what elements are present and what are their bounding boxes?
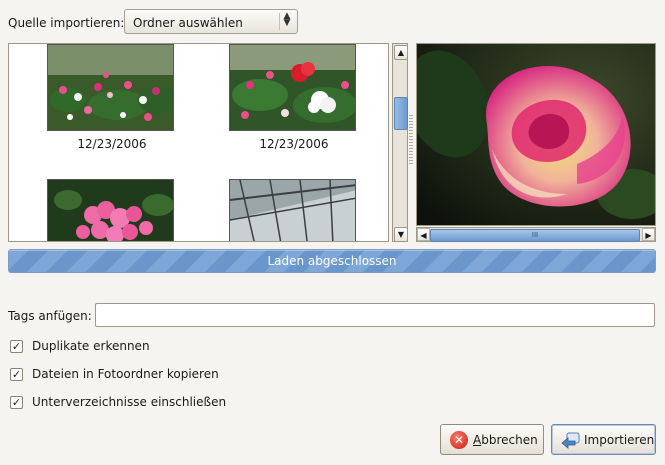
preview-image	[417, 44, 655, 225]
subdirs-checkbox-row[interactable]: ✓ Unterverzeichnisse einschließen	[8, 393, 226, 411]
scroll-thumb[interactable]	[394, 97, 408, 130]
duplicates-checkbox[interactable]: ✓	[10, 339, 23, 353]
thumbnail-4[interactable]	[229, 179, 356, 241]
import-source-label: Quelle importieren:	[8, 16, 125, 30]
duplicates-checkbox-row[interactable]: ✓ Duplikate erkennen	[8, 337, 150, 355]
cancel-button[interactable]: ✕ Abbrechen	[440, 424, 544, 455]
combo-arrows-icon: ▲ ▼	[279, 12, 294, 30]
thumbnail-1-date: 12/23/2006	[77, 137, 147, 151]
thumbnail-2-image	[230, 45, 355, 130]
photo-preview	[416, 43, 656, 226]
duplicates-label: Duplikate erkennen	[32, 339, 150, 353]
thumbnail-grid[interactable]: 12/23/2006 12/23/2006	[8, 43, 389, 242]
subdirs-checkbox[interactable]: ✓	[10, 395, 23, 409]
import-arrow-icon	[561, 432, 580, 449]
tags-label: Tags anfügen:	[8, 309, 92, 323]
copy-files-label: Dateien in Fotoordner kopieren	[32, 367, 219, 381]
thumbnail-4-image	[230, 180, 355, 241]
copy-files-checkbox[interactable]: ✓	[10, 367, 23, 381]
thumbnail-2-date: 12/23/2006	[259, 137, 329, 151]
pane-resize-handle[interactable]	[409, 115, 413, 165]
copy-files-checkbox-row[interactable]: ✓ Dateien in Fotoordner kopieren	[8, 365, 219, 383]
import-source-value: Ordner auswählen	[133, 16, 243, 30]
thumbnail-3-image	[48, 180, 173, 241]
thumbnail-1[interactable]	[47, 44, 174, 131]
scroll-left-icon[interactable]: ◀	[417, 228, 430, 241]
import-source-combobox[interactable]: Ordner auswählen ▲ ▼	[124, 9, 298, 34]
loading-progress-bar: Laden abgeschlossen	[8, 249, 656, 273]
thumbnail-2[interactable]	[229, 44, 356, 131]
scroll-up-icon[interactable]: ▲	[394, 45, 408, 60]
scroll-down-icon[interactable]: ▼	[394, 227, 408, 242]
thumbnail-3[interactable]	[47, 179, 174, 241]
tags-input[interactable]	[95, 303, 655, 327]
preview-horizontal-scrollbar[interactable]: ◀ III ▶	[416, 227, 656, 242]
import-button[interactable]: Importieren	[551, 424, 656, 455]
thumbnail-1-image	[48, 45, 173, 130]
cancel-label: Abbrechen	[473, 432, 538, 447]
hscroll-thumb[interactable]: III	[430, 229, 640, 242]
cancel-icon: ✕	[450, 430, 468, 449]
progress-label: Laden abgeschlossen	[267, 254, 397, 268]
import-label: Importieren	[584, 432, 655, 447]
thumbnail-vertical-scrollbar[interactable]: ▲ ▼	[392, 43, 408, 242]
subdirs-label: Unterverzeichnisse einschließen	[32, 395, 227, 409]
scroll-right-icon[interactable]: ▶	[642, 228, 655, 241]
